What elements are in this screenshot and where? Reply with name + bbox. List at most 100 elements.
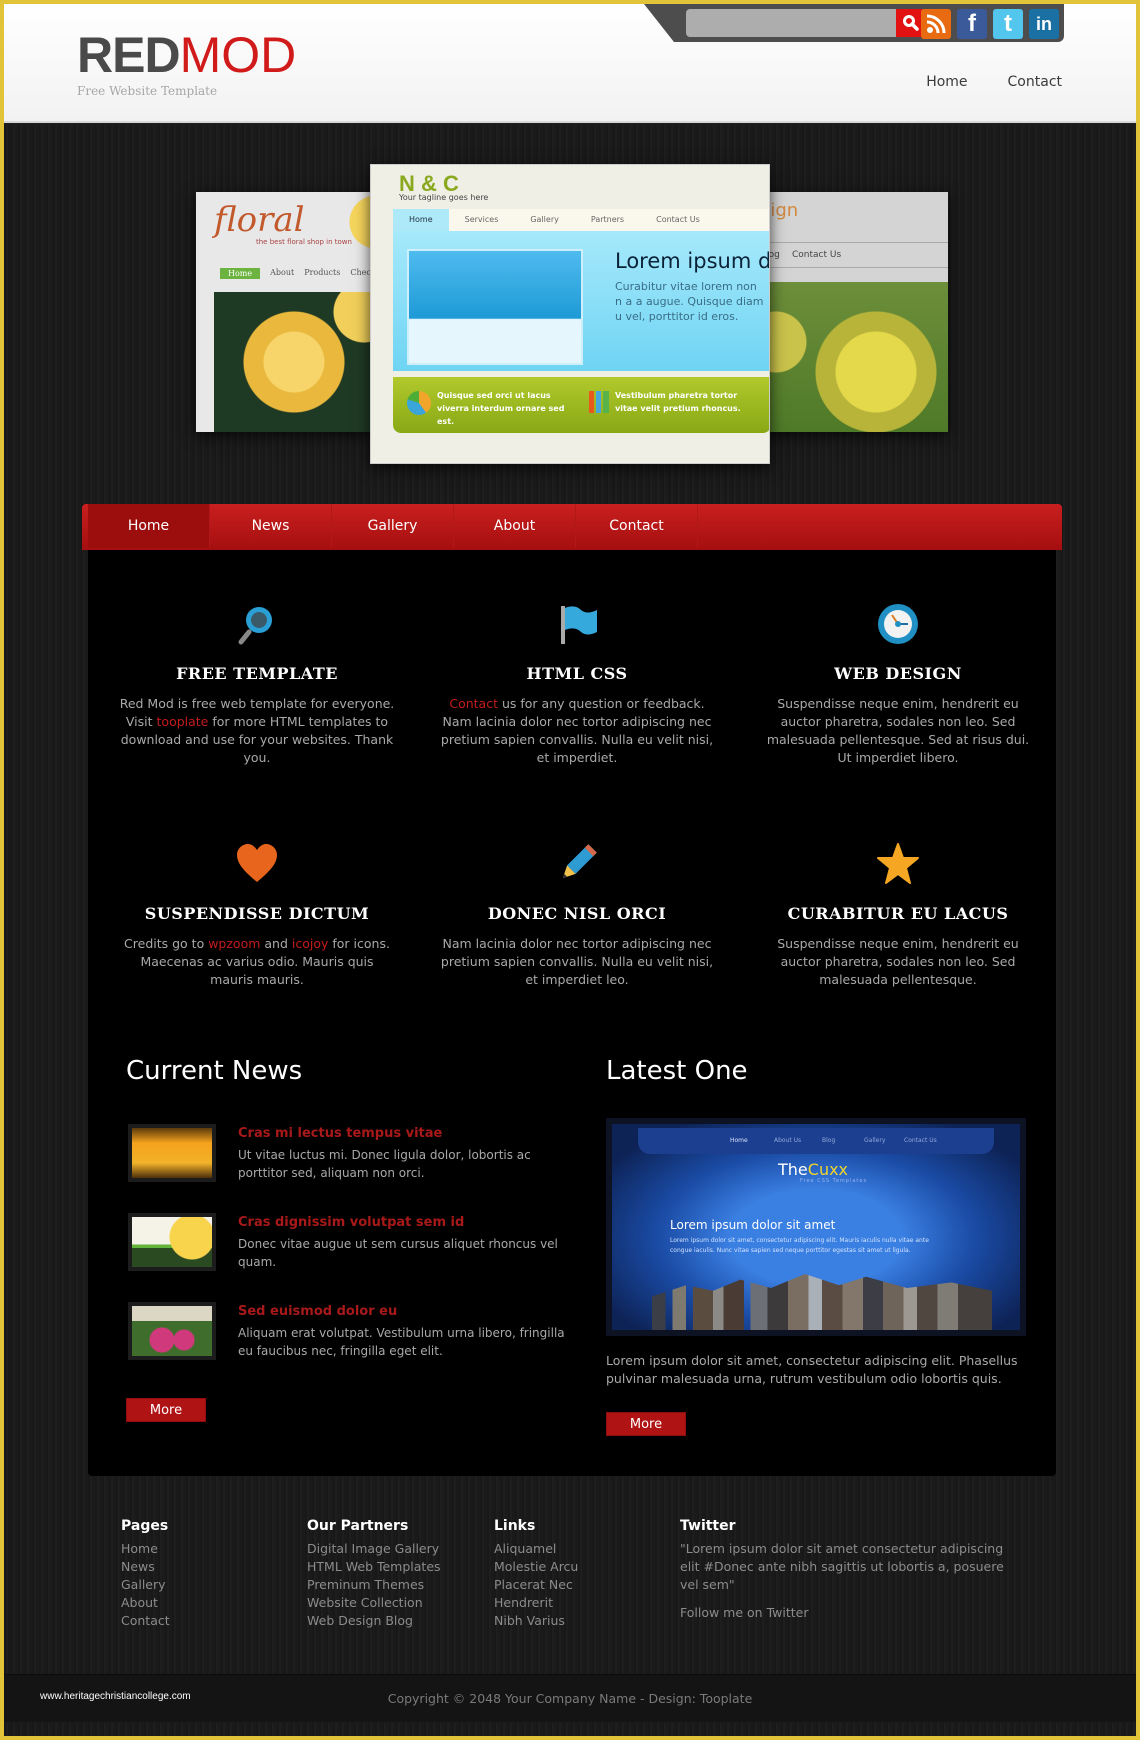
slide-floral-nav: Home About Products Checkout — [220, 268, 376, 279]
slide-floral[interactable]: floral the best floral shop in town Home… — [196, 192, 376, 432]
search-icon — [238, 607, 272, 645]
footer-link[interactable]: Molestie Arcu — [494, 1558, 578, 1576]
twitter-icon: t — [1004, 10, 1012, 37]
footer-heading: Pages — [121, 1518, 169, 1534]
feature-title: WEB DESIGN — [834, 664, 962, 683]
feature-donec-nisl-orci: DONEC NISL ORCI Nam lacinia dolor nec to… — [427, 834, 727, 989]
icojoy-link[interactable]: icojoy — [292, 936, 329, 951]
feature-title: DONEC NISL ORCI — [487, 904, 667, 923]
logo-secondary: MOD — [179, 27, 297, 83]
preview-nav-item: Contact Us — [904, 1137, 937, 1144]
content-panel: FREE TEMPLATE Red Mod is free web templa… — [88, 550, 1056, 1476]
skyline-image — [652, 1274, 992, 1330]
news-item: Cras dignissim volutpat sem id Donec vit… — [128, 1213, 568, 1283]
footer-link[interactable]: Gallery — [121, 1576, 170, 1594]
latest-preview-image[interactable]: Home About Us Blog Gallery Contact Us Th… — [606, 1118, 1026, 1336]
footer-link[interactable]: Web Design Blog — [307, 1612, 441, 1630]
footer-link[interactable]: Preminum Themes — [307, 1576, 441, 1594]
footer-link[interactable]: Website Collection — [307, 1594, 441, 1612]
footer-pages: Pages Home News Gallery About Contact — [121, 1518, 170, 1630]
wpzoom-link[interactable]: wpzoom — [208, 936, 260, 951]
feature-text: Suspendisse neque enim, hendrerit eu auc… — [766, 696, 1030, 765]
footer-link[interactable]: Aliquamel — [494, 1540, 578, 1558]
footer-link[interactable]: News — [121, 1558, 170, 1576]
preview-nav-item: Blog — [822, 1137, 836, 1144]
main-nav: Home News Gallery About Contact — [82, 504, 1062, 550]
slide-nc-body: Lorem ipsum d Curabitur vitae lorem non … — [393, 231, 769, 371]
current-news-title: Current News — [126, 1056, 303, 1086]
slide-nc-footer: Quisque sed orci ut lacus viverra interd… — [393, 377, 769, 433]
heart-icon — [237, 844, 277, 882]
news-text: Ut vitae luctus mi. Donec ligula dolor, … — [238, 1148, 531, 1180]
facebook-icon: f — [968, 10, 976, 37]
tooplate-link[interactable]: tooplate — [157, 714, 209, 729]
twitter-button[interactable]: t — [993, 9, 1023, 39]
contact-link[interactable]: Contact — [449, 696, 498, 711]
footer-heading: Links — [494, 1518, 536, 1534]
nav-news[interactable]: News — [210, 504, 332, 548]
preview-logo-sub: Free CSS Templates — [800, 1178, 868, 1184]
feature-text: Credits go to wpzoom and icojoy for icon… — [124, 936, 390, 987]
top-link-contact[interactable]: Contact — [1008, 74, 1062, 90]
facebook-button[interactable]: f — [957, 9, 987, 39]
linkedin-button[interactable]: in — [1029, 9, 1059, 39]
footer-link[interactable]: About — [121, 1594, 170, 1612]
nav-about[interactable]: About — [454, 504, 576, 548]
nav-gallery[interactable]: Gallery — [332, 504, 454, 548]
nav-home[interactable]: Home — [88, 504, 210, 548]
preview-heading: Lorem ipsum dolor sit amet — [670, 1218, 836, 1232]
slide-nc-text: Curabitur vitae lorem non n a a augue. Q… — [615, 280, 764, 323]
rss-icon — [926, 14, 946, 34]
news-more-button[interactable]: More — [126, 1398, 206, 1422]
rss-button[interactable] — [921, 9, 951, 39]
search-input[interactable] — [686, 9, 896, 37]
feature-text: Suspendisse neque enim, hendrerit eu auc… — [777, 936, 1019, 987]
follow-twitter-link[interactable]: Follow me on Twitter — [680, 1604, 1020, 1622]
top-link-home[interactable]: Home — [926, 74, 967, 90]
feature-text: Contact us for any question or feedback.… — [440, 696, 714, 765]
feature-html-css: HTML CSS Contact us for any question or … — [427, 594, 727, 767]
news-text: Aliquam erat volutpat. Vestibulum urna l… — [238, 1326, 565, 1358]
latest-one-title: Latest One — [606, 1056, 748, 1086]
feature-free-template: FREE TEMPLATE Red Mod is free web templa… — [107, 594, 407, 767]
news-item: Sed euismod dolor eu Aliquam erat volutp… — [128, 1302, 568, 1372]
footer-link[interactable]: Placerat Nec — [494, 1576, 578, 1594]
news-headline[interactable]: Cras dignissim volutpat sem id — [238, 1215, 464, 1230]
feature-title: FREE TEMPLATE — [176, 664, 338, 683]
news-thumbnail[interactable] — [128, 1213, 216, 1271]
feature-title: SUSPENDISSE DICTUM — [144, 904, 370, 923]
news-headline[interactable]: Sed euismod dolor eu — [238, 1304, 397, 1319]
slide-nc-screenshot — [407, 249, 583, 365]
news-thumbnail[interactable] — [128, 1124, 216, 1182]
footer-link[interactable]: Hendrerit — [494, 1594, 578, 1612]
site-logo[interactable]: REDMOD Free Website Template — [77, 30, 296, 98]
latest-more-button[interactable]: More — [606, 1412, 686, 1436]
footer-link[interactable]: HTML Web Templates — [307, 1558, 441, 1576]
footer-link[interactable]: Nibh Varius — [494, 1612, 578, 1630]
slide-nc-nav-item: Partners — [590, 215, 625, 224]
search-icon — [903, 15, 919, 31]
logo-primary: RED — [77, 27, 181, 83]
footer-heading: Twitter — [680, 1518, 736, 1534]
slide-nc-nav-item: Gallery — [530, 215, 559, 224]
slide-floral-nav-item: Products — [304, 268, 341, 277]
bottom-bar: www.heritagechristiancollege.com Copyrig… — [4, 1674, 1136, 1722]
preview-nav-item: About Us — [774, 1137, 802, 1144]
nav-contact[interactable]: Contact — [576, 504, 698, 548]
footer-link[interactable]: Home — [121, 1540, 170, 1558]
news-headline[interactable]: Cras mi lectus tempus vitae — [238, 1126, 442, 1141]
site-tagline: Free Website Template — [77, 84, 218, 98]
feature-suspendisse-dictum: SUSPENDISSE DICTUM Credits go to wpzoom … — [107, 834, 407, 989]
slide-nc[interactable]: N & C Your tagline goes here Home Servic… — [370, 164, 770, 464]
slide-nc-nav-item: Services — [464, 215, 499, 224]
star-icon — [877, 843, 919, 884]
slide-floral-nav-item: About — [270, 268, 295, 277]
footer-link[interactable]: Contact — [121, 1612, 170, 1630]
preview-nav-item: Gallery — [864, 1137, 886, 1144]
preview-nav-item: Home — [730, 1137, 748, 1144]
news-thumbnail[interactable] — [128, 1302, 216, 1360]
feature-text: Red Mod is free web template for everyon… — [119, 696, 395, 765]
footer-link[interactable]: Digital Image Gallery — [307, 1540, 441, 1558]
bar-chart-icon — [589, 391, 609, 413]
pencil-icon — [562, 844, 597, 879]
